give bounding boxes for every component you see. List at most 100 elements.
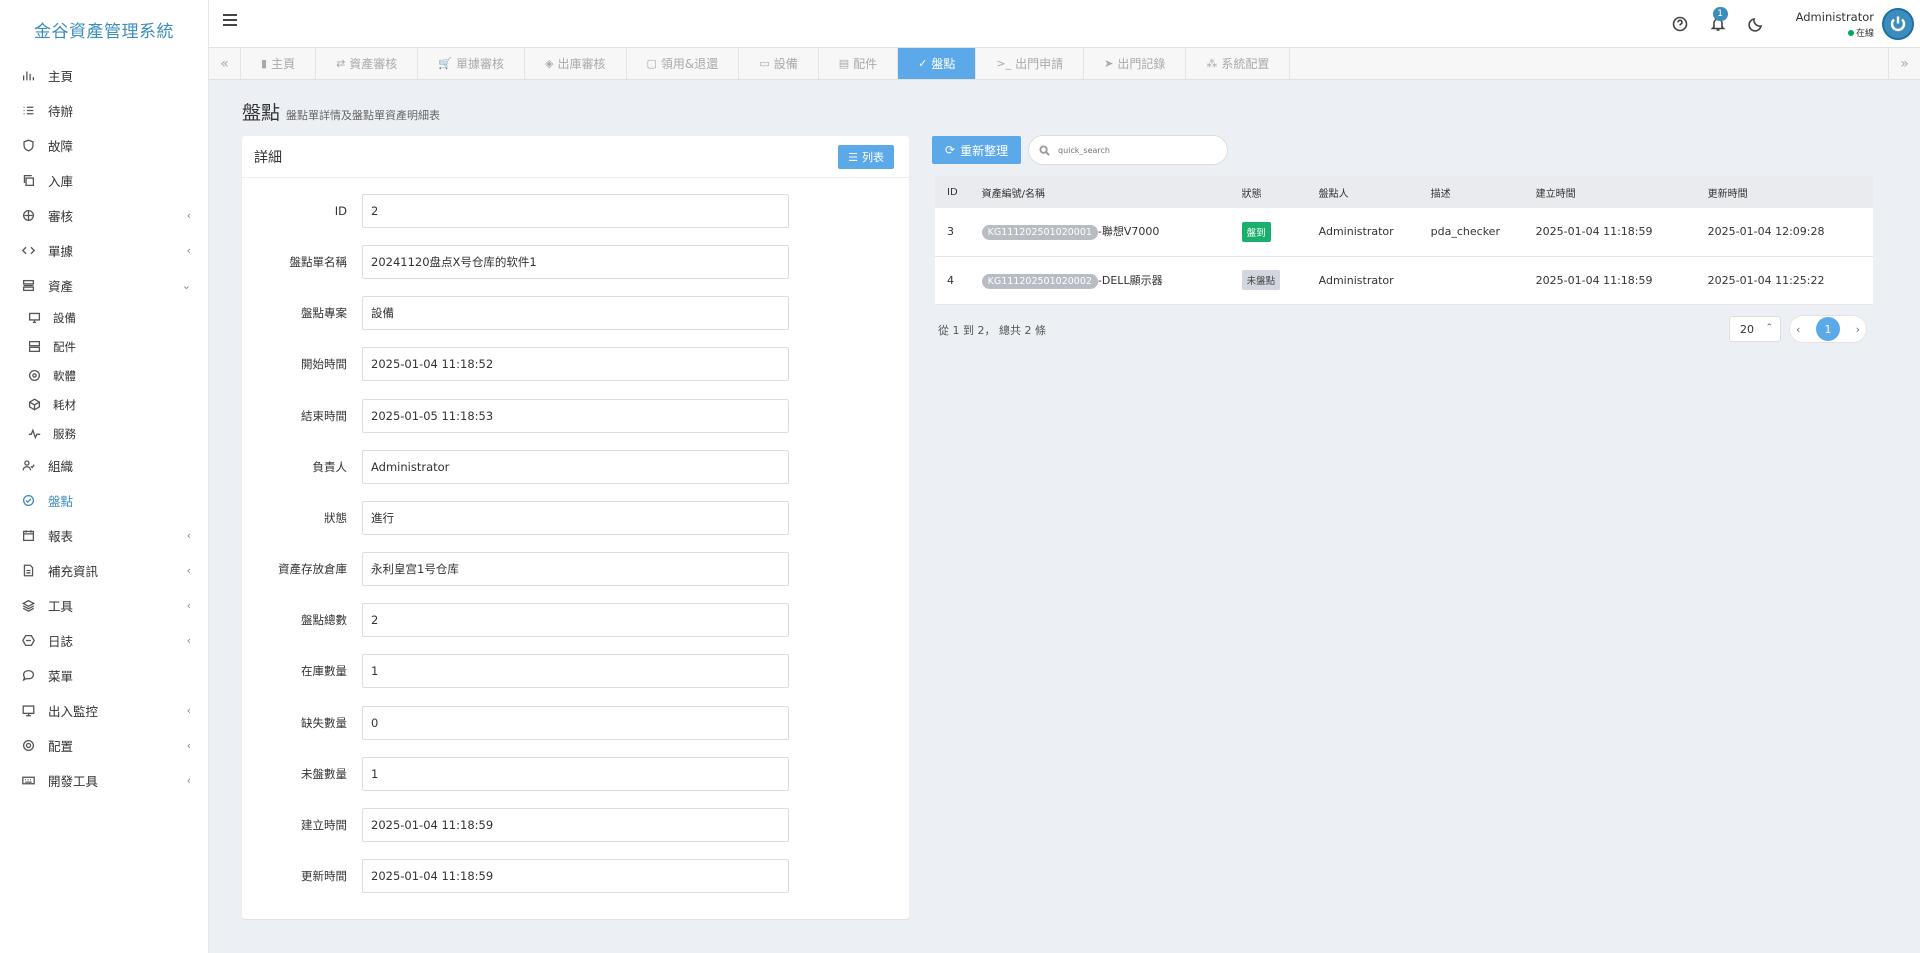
sidebar-item-organization[interactable]: 組織 [0,448,208,483]
form-field-value[interactable]: 2 [362,194,789,228]
column-header-checker[interactable]: 盤點人 [1307,176,1419,208]
tab-system-config[interactable]: ⁂ 系統配置 [1186,48,1291,79]
app-logo-title[interactable]: 金谷資產管理系統 [0,0,208,58]
column-header-updated[interactable]: 更新時間 [1696,176,1873,208]
tab-label: 盤點 [931,57,956,71]
tabs-scroll-left-icon[interactable]: « [209,48,241,79]
sidebar-item-label: 設備 [53,310,76,325]
avatar[interactable] [1882,8,1914,40]
form-field-value[interactable]: Administrator [362,449,789,484]
tab-exit-records[interactable]: ➤ 出門記錄 [1084,48,1187,79]
sidebar-item-consumables[interactable]: 耗材 [0,390,208,419]
column-header-created[interactable]: 建立時間 [1524,176,1696,208]
sidebar-item-equipment[interactable]: 設備 [0,303,208,332]
form-field-value[interactable]: 2025-01-05 11:18:53 [362,398,789,433]
detail-panel: 詳細 ☰ 列表 ID 2 盤點單名稱 20241120盘点X号仓库的软件1 盤點專案 設備開… [242,136,909,919]
prev-page-icon[interactable]: ‹ [1796,323,1800,336]
user-name: Administrator [1795,9,1874,24]
sidebar-item-label: 配置 [48,739,74,754]
column-header-asset[interactable]: 資產編號/名稱 [970,176,1230,208]
sidebar-item-menu[interactable]: 菜單 [0,658,208,693]
sidebar-item-label: 配件 [53,339,76,354]
notification-bell-icon[interactable]: 1 [1710,7,1728,32]
tab-icon: ◈ [545,57,554,70]
tab-equipment[interactable]: ▭ 設備 [739,48,819,79]
form-field-value[interactable]: 設備 [362,296,789,331]
cell-status: 盤到 [1230,208,1307,256]
form-field-value[interactable]: 2025-01-04 11:18:52 [362,347,789,382]
form-field-value[interactable]: 2 [362,603,789,638]
cell-created: 2025-01-04 11:18:59 [1535,273,1653,287]
table-row[interactable]: 4 KG111202501020002 -DELL顯示器 未盤點 Administrat… [935,256,1873,304]
sidebar-item-software[interactable]: 軟體 [0,361,208,390]
form-field-value[interactable]: 1 [362,654,789,689]
cell-id: 4 [947,273,954,287]
column-header-id[interactable]: ID [935,176,970,208]
sidebar-item-access-monitor[interactable]: 出入監控 ‹ [0,693,208,728]
tab-exit-request[interactable]: >_ 出門申請 [976,48,1085,79]
next-page-icon[interactable]: › [1856,323,1860,336]
sidebar-item-documents[interactable]: 單據 ‹ [0,233,208,268]
column-header-status[interactable]: 狀態 [1230,176,1307,208]
online-dot-icon [1847,29,1854,36]
hamburger-menu-icon[interactable] [223,14,237,26]
form-field-value[interactable]: 進行 [362,500,789,535]
sidebar-item-label: 日誌 [48,634,74,649]
tab-outbound-audit[interactable]: ◈ 出庫審核 [525,48,627,79]
list-button[interactable]: ☰ 列表 [838,145,894,169]
form-field-value[interactable]: 永利皇宫1号仓库 [362,552,789,587]
page-title: 盤點 盤點單詳情及盤點單資產明細表 [242,98,440,125]
sidebar-item-reports[interactable]: 報表 ‹ [0,518,208,553]
form-field-value[interactable]: 2025-01-04 11:18:59 [362,858,789,893]
form-field-value[interactable]: 2025-01-04 11:18:59 [362,807,789,842]
sidebar-item-config[interactable]: 配置 ‹ [0,728,208,763]
shield-icon [21,139,35,153]
cell-asset: KG111202501020002 -DELL顯示器 [970,256,1230,304]
tab-home[interactable]: ▮ 主頁 [241,48,317,79]
asset-name: -聯想V7000 [1097,225,1160,239]
form-field-value[interactable]: 20241120盘点X号仓库的软件1 [362,245,789,280]
sidebar-item-label: 菜單 [48,669,74,684]
page-size-select[interactable]: 20 ⌃ [1729,316,1781,342]
help-icon[interactable] [1672,16,1688,32]
column-header-description[interactable]: 描述 [1419,176,1524,208]
sidebar-item-parts[interactable]: 配件 [0,332,208,361]
user-status: 在線 [1796,26,1874,39]
page-number-button[interactable]: 1 [1816,317,1840,341]
tab-document-audit[interactable]: 🛒 單據審核 [418,48,526,79]
user-menu[interactable]: Administrator 在線 [1796,8,1914,40]
tab-inventory[interactable]: ✓ 盤點 [898,48,977,79]
asset-code-pill[interactable]: KG111202501020002 [981,273,1098,289]
sidebar-item-inbound[interactable]: 入庫 [0,163,208,198]
sidebar-item-fault[interactable]: 故障 [0,128,208,163]
chevron-down-icon: ⌄ [181,279,191,292]
refresh-button-label: 重新整理 [960,143,1009,158]
search-input[interactable] [1058,145,1208,155]
sidebar-item-supplementary-info[interactable]: 補充資訊 ‹ [0,553,208,588]
sidebar-item-services[interactable]: 服務 [0,419,208,448]
sidebar-item-tools[interactable]: 工具 ‹ [0,588,208,623]
tab-icon: ⇄ [336,57,346,70]
tabs-scroll-right-icon[interactable]: » [1888,48,1920,80]
form-label: 盤點專案 [301,306,347,321]
tab-borrow-return[interactable]: ▢ 領用&退還 [627,48,740,79]
dark-mode-moon-icon[interactable] [1747,16,1764,32]
detail-panel-header: 詳細 ☰ 列表 [242,136,909,178]
asset-code-pill[interactable]: KG111202501020001 [981,225,1098,241]
sidebar-item-inventory[interactable]: 盤點 [0,483,208,518]
sidebar-item-logs[interactable]: 日誌 ‹ [0,623,208,658]
sidebar-item-audit[interactable]: 審核 ‹ [0,198,208,233]
table-row[interactable]: 3 KG111202501020001 -聯想V7000 盤到 Administrato… [935,208,1873,256]
refresh-button[interactable]: ⟳ 重新整理 [932,136,1022,164]
sidebar-item-home[interactable]: 主頁 [0,58,208,93]
sidebar-item-todo[interactable]: 待辦 [0,93,208,128]
tab-asset-audit[interactable]: ⇄ 資產審核 [316,48,419,79]
chevron-left-icon: ‹ [186,529,191,542]
sidebar-item-assets[interactable]: 資產 ⌄ [0,268,208,303]
cell-updated: 2025-01-04 12:09:28 [1707,225,1825,239]
form-field-value[interactable]: 0 [362,705,789,740]
form-field-value[interactable]: 1 [362,756,789,791]
sidebar-item-dev-tools[interactable]: 開發工具 ‹ [0,763,208,798]
chevron-left-icon: ‹ [186,774,191,787]
tab-parts[interactable]: ▤ 配件 [819,48,899,79]
